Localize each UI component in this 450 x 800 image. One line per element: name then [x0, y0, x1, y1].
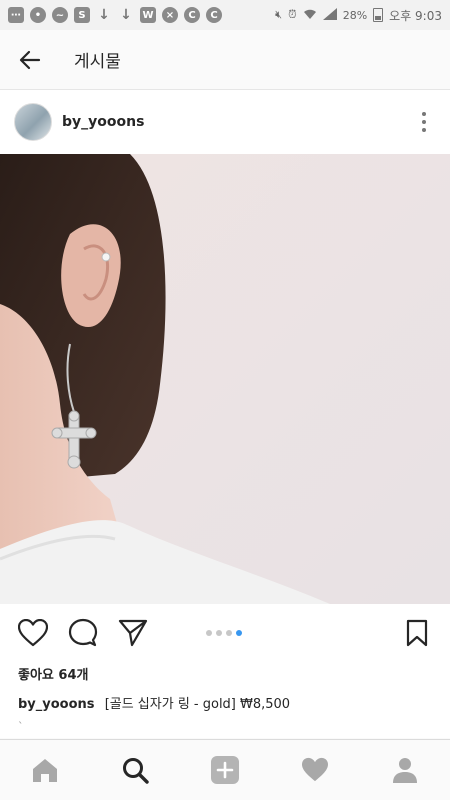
carousel-dot	[216, 630, 222, 636]
clock: 오후 9:03	[389, 8, 442, 23]
arrow-left-icon	[19, 50, 41, 69]
message-icon: ⋯	[8, 7, 24, 23]
signal-icon	[322, 7, 337, 23]
carousel-dot	[226, 630, 232, 636]
status-bar: ⋯ • ~ S ↓ ↓ W × C C 🔇︎ ⏰︎ 28% 오후 9:03	[0, 0, 450, 30]
caption-username[interactable]: by_yooons	[18, 697, 95, 712]
heart-icon	[18, 619, 48, 647]
carousel-indicator	[206, 630, 242, 636]
more-options-button[interactable]	[412, 102, 436, 142]
post-details: 좋아요 64개 by_yooons [골드 십자가 링 - gold] ₩8,5…	[0, 662, 450, 738]
nav-home[interactable]	[15, 745, 75, 795]
heart-icon	[302, 757, 328, 782]
caption-text: [골드 십자가 링 - gold] ₩8,500	[104, 697, 291, 712]
comment-bubble-icon	[68, 618, 98, 647]
add-post-icon	[211, 756, 239, 784]
wifi-icon	[303, 8, 317, 23]
avatar[interactable]	[14, 103, 52, 141]
alarm-icon: ⏰︎	[288, 8, 297, 21]
post-actions	[0, 604, 450, 662]
like-count[interactable]: 좋아요 64개	[18, 664, 432, 683]
nav-profile[interactable]	[375, 745, 435, 795]
post-photo[interactable]	[0, 154, 450, 604]
s-icon: S	[74, 7, 90, 23]
more-dot-icon	[422, 128, 426, 132]
more-dot-icon	[422, 112, 426, 116]
like-button[interactable]	[16, 616, 50, 650]
profile-icon	[393, 758, 417, 783]
close-circle-icon: ×	[162, 7, 178, 23]
nav-search[interactable]	[105, 745, 165, 795]
bookmark-icon	[406, 619, 428, 647]
c-icon: C	[184, 7, 200, 23]
messenger-icon: ~	[52, 7, 68, 23]
carousel-dot	[206, 630, 212, 636]
post-username[interactable]: by_yooons	[62, 114, 144, 130]
download-icon: ↓	[98, 7, 110, 23]
save-button[interactable]	[400, 616, 434, 650]
page-title: 게시물	[74, 52, 121, 72]
download-icon: ↓	[120, 7, 132, 23]
bottom-navigation	[0, 739, 450, 800]
chat-icon: •	[30, 7, 46, 23]
nav-add-post[interactable]	[195, 745, 255, 795]
earring-photo-illustration	[0, 154, 450, 604]
search-icon	[123, 758, 149, 784]
app-header: 게시물	[0, 30, 450, 90]
carousel-dot-active	[236, 630, 242, 636]
more-dot-icon	[422, 120, 426, 124]
battery-percent: 28%	[342, 8, 368, 22]
caption-extra: `	[18, 720, 24, 733]
nav-activity[interactable]	[285, 745, 345, 795]
w-icon: W	[140, 7, 156, 23]
battery-icon	[373, 8, 384, 22]
mute-icon: 🔇︎	[275, 8, 283, 21]
post-header: by_yooons	[0, 90, 450, 154]
post-caption: by_yooons [골드 십자가 링 - gold] ₩8,500	[18, 693, 432, 712]
notification-icons: ⋯ • ~ S ↓ ↓ W × C C	[8, 7, 222, 23]
c-icon: C	[206, 7, 222, 23]
home-icon	[33, 759, 57, 782]
comment-button[interactable]	[66, 616, 100, 650]
share-button[interactable]	[116, 616, 150, 650]
paper-plane-icon	[118, 619, 148, 647]
back-button[interactable]	[0, 30, 60, 90]
